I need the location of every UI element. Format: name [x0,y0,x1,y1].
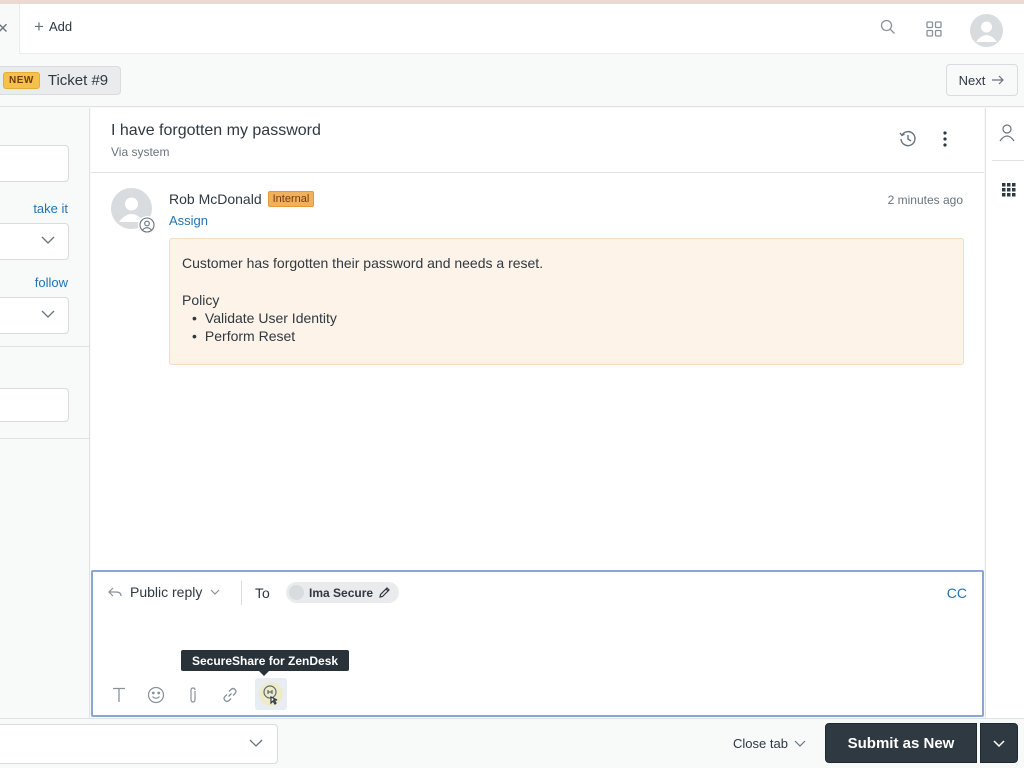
message-timestamp: 2 minutes ago [887,193,963,207]
link-icon[interactable] [218,683,242,707]
top-header: ✕ + Add [0,4,1024,54]
recipient-avatar [289,585,304,600]
header-divider [91,172,984,173]
attachment-icon[interactable] [181,683,205,707]
chevron-down-icon [210,589,220,595]
apply-macro-select[interactable] [0,724,278,764]
ticket-subject[interactable]: I have forgotten my password [111,122,321,140]
apps-icon[interactable] [1002,183,1016,200]
followers-select[interactable] [0,297,69,334]
apps-grid-icon[interactable] [926,21,942,40]
next-button[interactable]: Next [946,64,1018,96]
reply-type-select[interactable]: Public reply [108,584,220,600]
reply-arrow-icon [108,587,122,597]
rail-divider [992,160,1024,161]
note-text: Customer has forgotten their password an… [182,255,544,271]
assign-link[interactable]: Assign [169,213,208,228]
to-label: To [255,585,270,601]
internal-note: Customer has forgotten their password an… [169,238,964,365]
user-avatar-icon[interactable] [970,14,1003,47]
right-rail [985,108,1024,718]
chevron-down-icon [41,236,55,244]
take-it-link[interactable]: take it [33,201,68,216]
footer-bar: Close tab Submit as New [0,718,1024,768]
author-name[interactable]: Rob McDonald [169,191,262,207]
submit-options-button[interactable] [980,723,1018,763]
secureshare-tooltip: SecureShare for ZenDesk [181,650,350,676]
message-author: Rob McDonald Internal [169,191,315,207]
conversation-area: I have forgotten my password Via system … [91,108,984,570]
new-badge: NEW [3,72,40,89]
more-options-icon[interactable] [937,130,953,151]
internal-badge: Internal [267,191,315,207]
panel-divider [0,346,90,347]
chevron-down-icon [993,739,1005,747]
search-icon[interactable] [880,19,896,38]
composer-separator [241,581,242,605]
ticket-tab[interactable]: NEW Ticket #9 [0,66,122,95]
recipient-name: Ima Secure [309,585,374,600]
reply-composer[interactable]: Public reply To Ima Secure CC SecureShar… [91,570,984,717]
secureshare-icon[interactable] [255,678,287,710]
history-icon[interactable] [899,130,917,151]
add-button[interactable]: + Add [34,16,73,36]
requester-field[interactable] [0,145,69,182]
ticket-properties-panel: take it follow [0,108,90,718]
policy-list: Validate User Identity Perform Reset [182,309,951,345]
close-tab-label: Close tab [733,736,788,751]
next-label: Next [958,72,986,88]
panel-divider [0,438,90,439]
pencil-icon[interactable] [378,586,391,599]
chevron-down-icon [249,739,263,747]
arrow-right-icon [992,75,1005,85]
ticket-tab-label: Ticket #9 [47,72,109,89]
plus-icon: + [34,16,44,36]
policy-item: Validate User Identity [192,309,951,327]
customer-context-icon[interactable] [999,124,1015,145]
close-tab-select[interactable]: Close tab [733,736,806,751]
ticket-channel: Via system [111,145,170,159]
assignee-select[interactable] [0,223,69,260]
tab-bar: NEW Ticket #9 Next [0,55,1024,107]
cc-link[interactable]: CC [947,585,967,601]
chevron-down-icon [794,740,806,747]
recipient-pill[interactable]: Ima Secure [286,582,400,603]
policy-item: Perform Reset [192,327,951,345]
submit-button[interactable]: Submit as New [825,723,977,763]
add-label: Add [48,19,73,34]
tags-field[interactable] [0,388,69,422]
chevron-down-icon [41,310,55,318]
close-icon[interactable]: ✕ [0,20,9,37]
follow-link[interactable]: follow [35,275,68,290]
reply-type-label: Public reply [130,584,203,600]
text-format-icon[interactable] [107,683,131,707]
agent-badge-icon [138,216,156,234]
emoji-icon[interactable] [144,683,168,707]
composer-toolbar [107,678,287,710]
policy-title: Policy [182,292,220,308]
close-tab-stub[interactable]: ✕ [0,4,20,54]
